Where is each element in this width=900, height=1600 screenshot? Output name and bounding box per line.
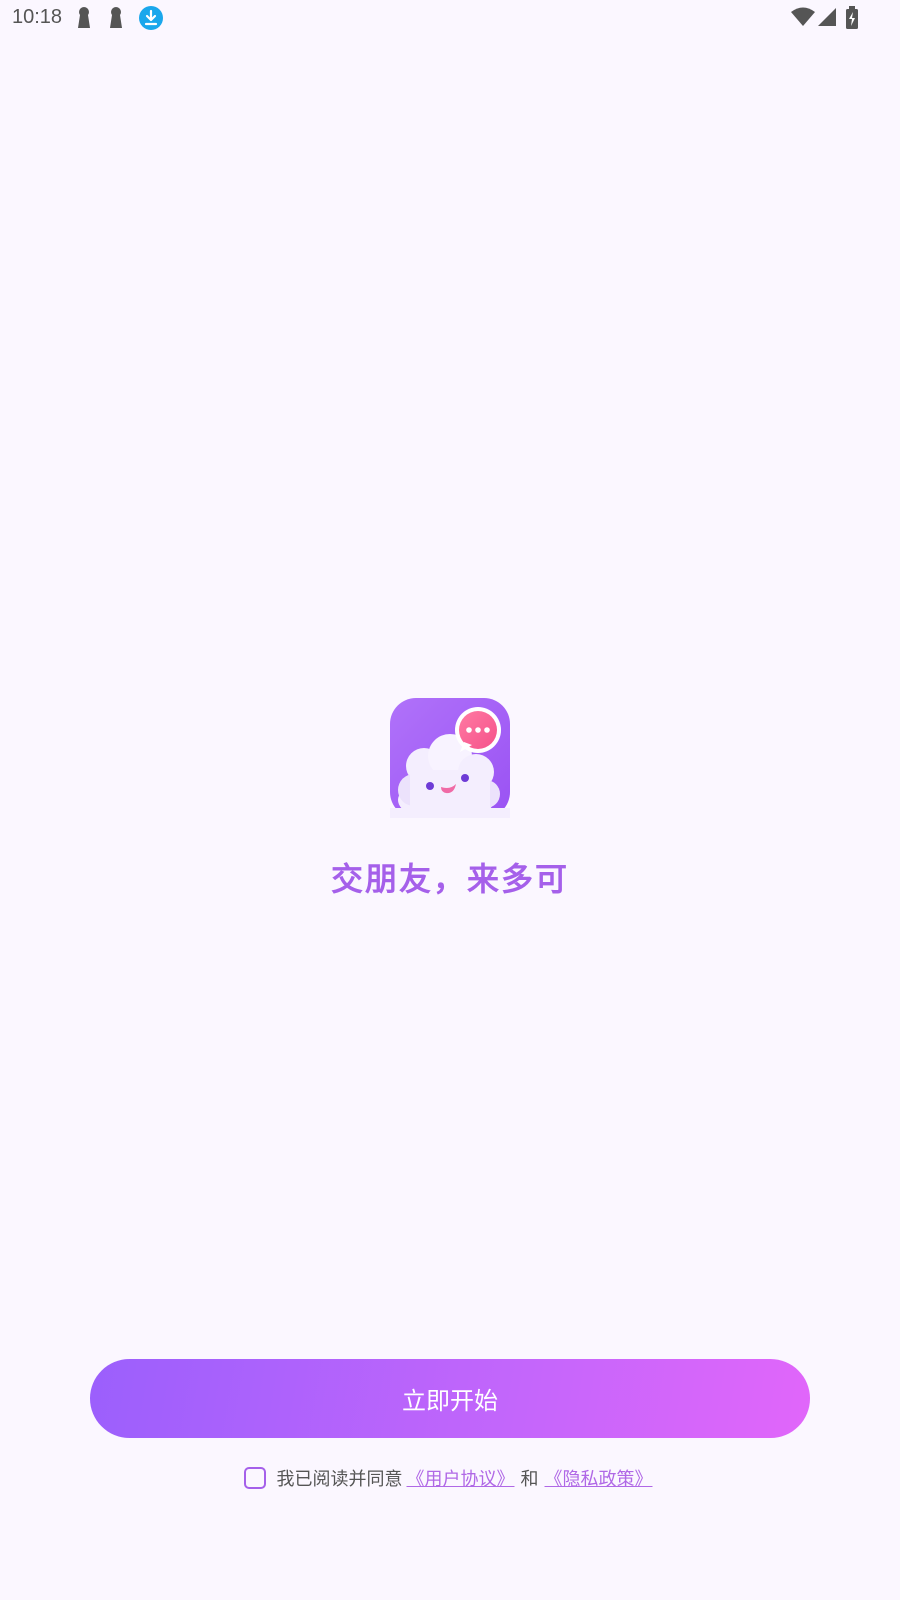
status-bar: 10:18 [0, 0, 900, 38]
agreement-row: 我已阅读并同意 《用户协议》 和 《隐私政策》 [0, 1465, 900, 1491]
agreement-and: 和 [520, 1469, 539, 1490]
agreement-prefix: 我已阅读并同意 [276, 1469, 403, 1490]
download-icon [139, 6, 163, 34]
splash-screen: 10:18 交朋友，来多可 立即开始 我已阅读并同意 《用户协议》 和 《隐私政… [0, 0, 900, 1600]
privacy-policy-link[interactable]: 《隐私政策》 [545, 1465, 653, 1491]
cloud-mascot-chat-icon [390, 698, 510, 822]
keyhole-icon [76, 6, 92, 34]
start-button[interactable]: 立即开始 [90, 1359, 810, 1438]
user-agreement-link[interactable]: 《用户协议》 [407, 1465, 515, 1491]
slogan: 交朋友，来多可 [330, 860, 569, 898]
keyhole-icon [108, 6, 124, 34]
cell-signal-icon [816, 6, 838, 32]
agreement-checkbox[interactable] [243, 1467, 266, 1489]
status-time: 10:18 [12, 6, 63, 28]
wifi-icon [790, 6, 816, 32]
app-logo [390, 698, 510, 822]
battery-charging-icon [845, 6, 859, 34]
